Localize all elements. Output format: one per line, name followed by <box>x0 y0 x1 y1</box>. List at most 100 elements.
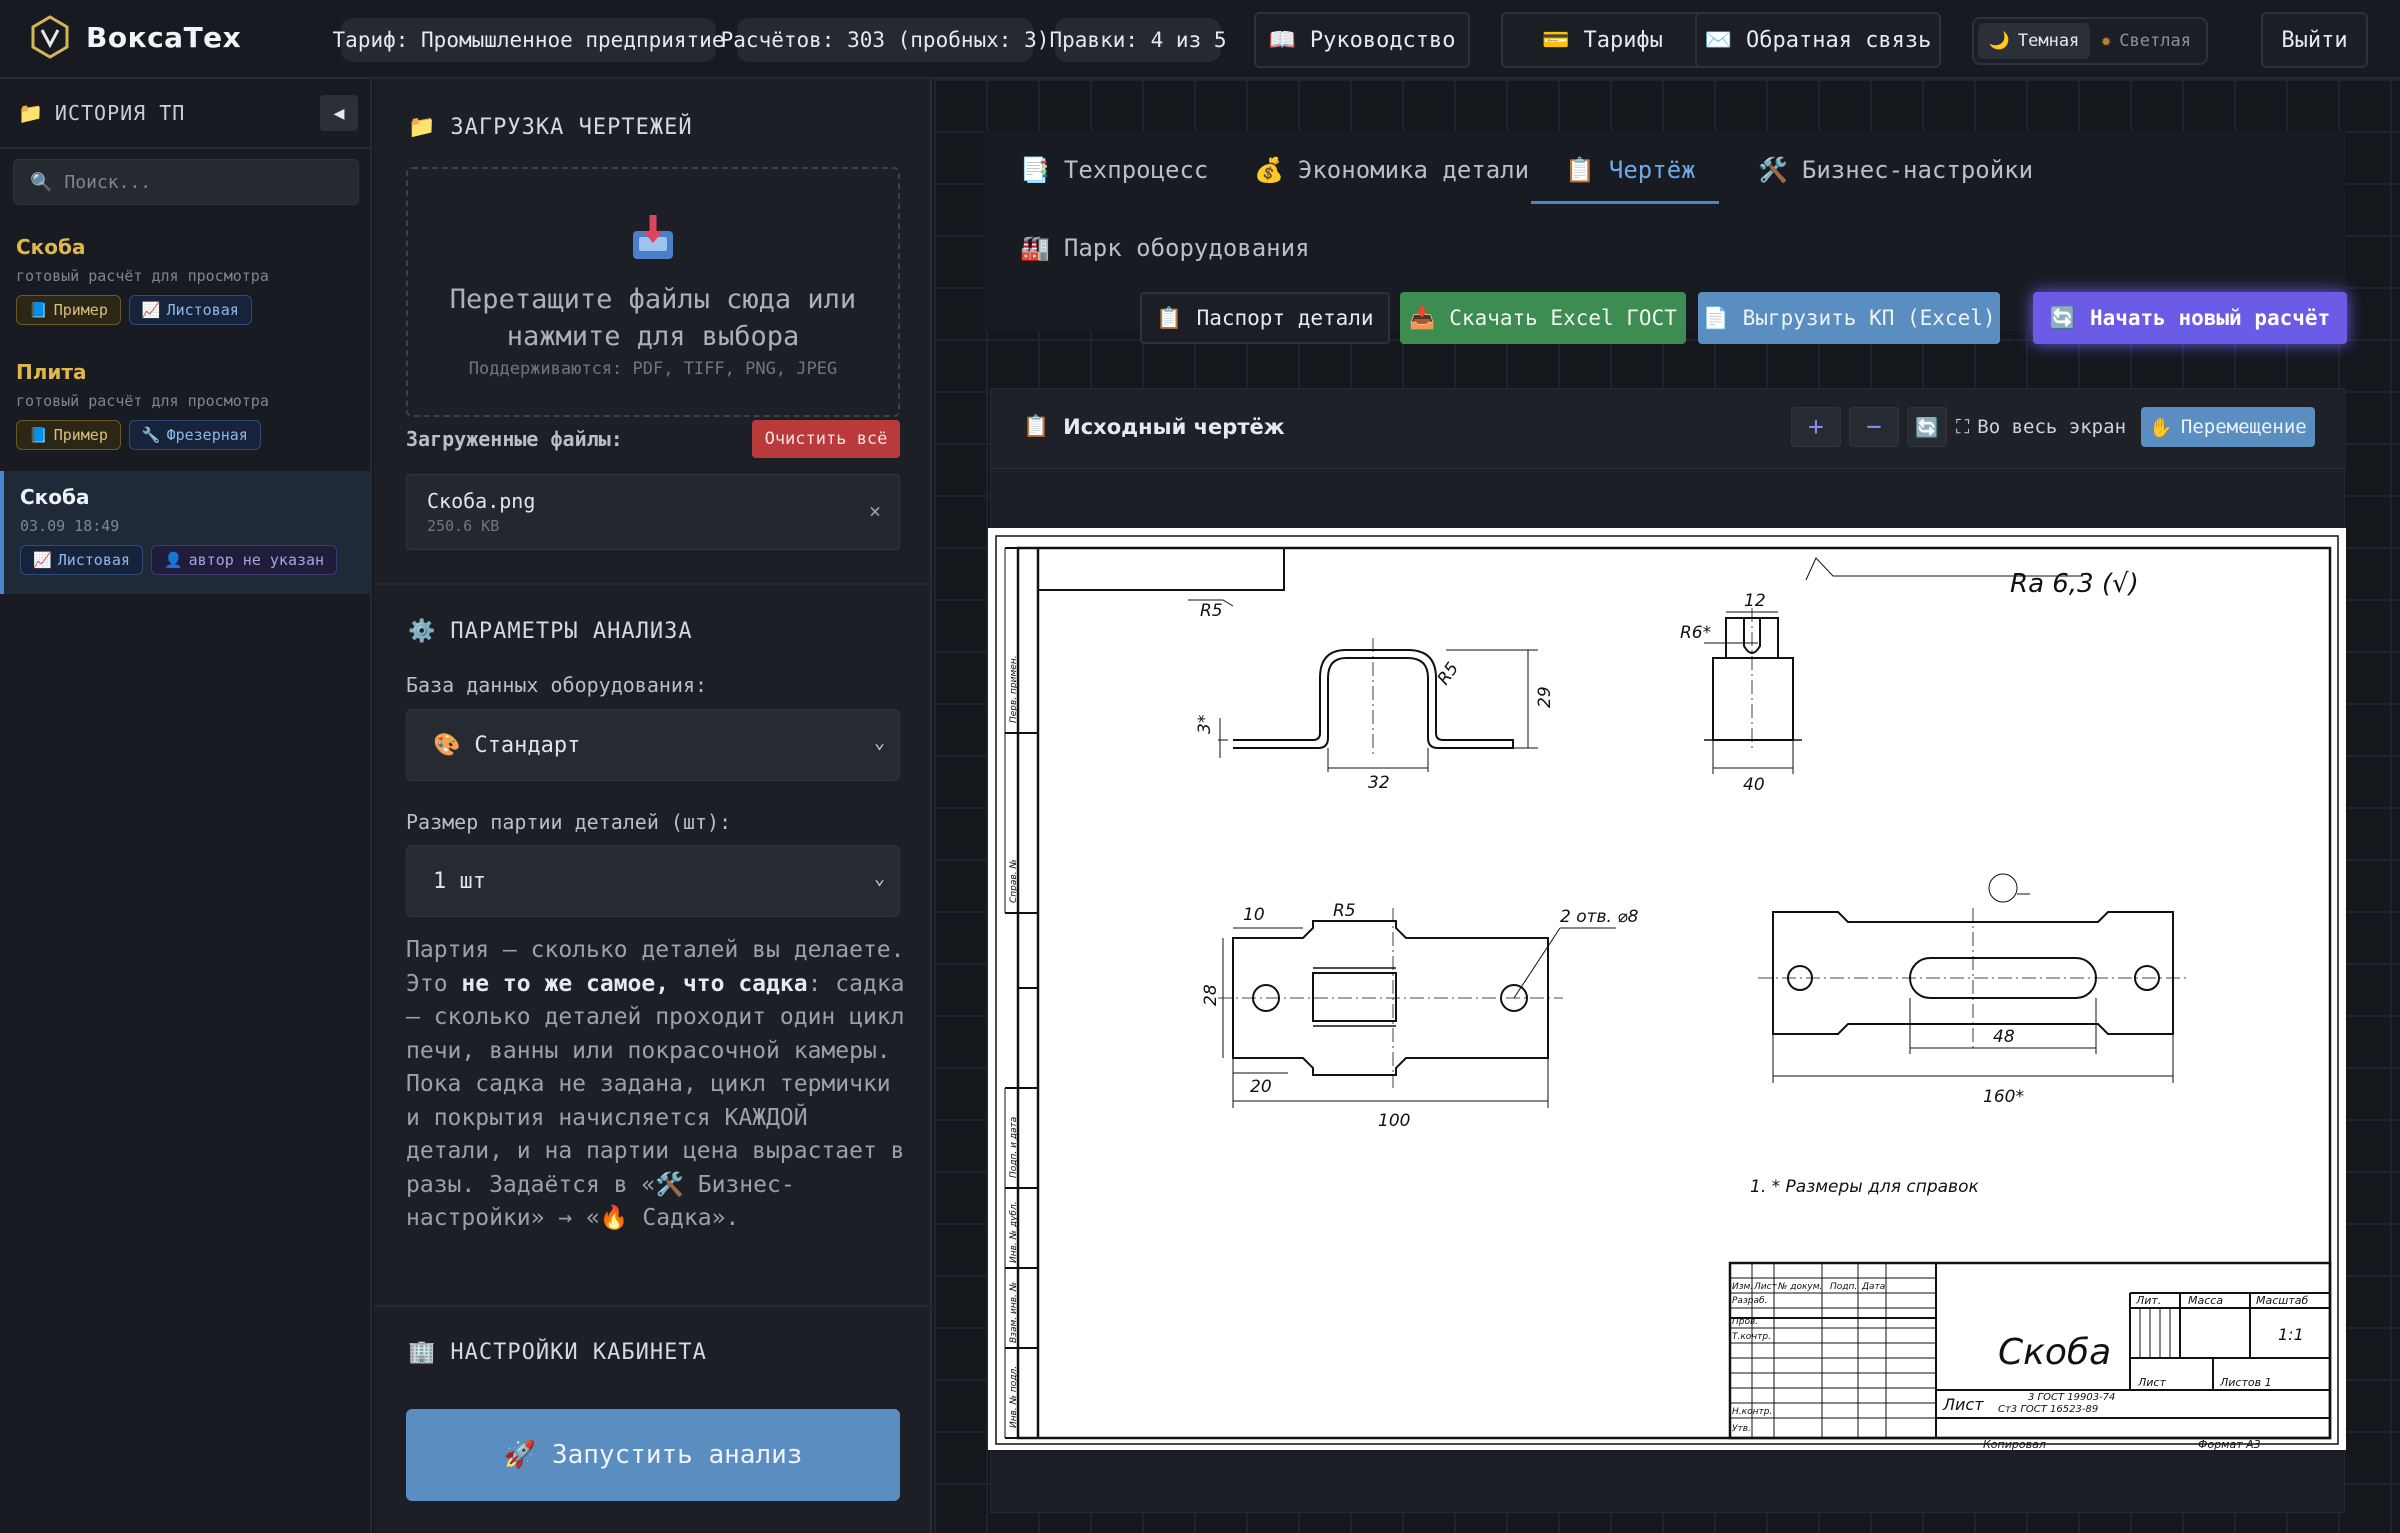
part-passport-button[interactable]: 📋 Паспорт детали <box>1140 292 1390 344</box>
tab-drawing[interactable]: 📋 Чертёж <box>1565 156 1696 184</box>
reset-view-button[interactable]: 🔄 <box>1907 407 1947 447</box>
svg-text:Лист: Лист <box>2137 1376 2166 1389</box>
cabinet-section-title: 🏢 НАСТРОЙКИ КАБИНЕТА <box>408 1340 707 1365</box>
refresh-icon: 🔄 <box>1915 416 1939 439</box>
file-dropzone[interactable]: Перетащите файлы сюда или нажмите для вы… <box>406 167 900 417</box>
svg-text:Подп. и дата: Подп. и дата <box>1009 1117 1019 1178</box>
search-input[interactable] <box>64 171 345 193</box>
tab-economics[interactable]: 💰 Экономика детали <box>1254 156 1529 184</box>
download-excel-gost-button[interactable]: 📥 Скачать Excel ГОСТ <box>1400 292 1686 344</box>
export-kp-excel-button[interactable]: 📄 Выгрузить КП (Excel) <box>1698 292 2000 344</box>
plan-badge: Тариф: Промышленное предприятие <box>333 18 724 62</box>
sidebar-header: 📁 ИСТОРИЯ ТП <box>0 79 370 149</box>
dim-label: 100 <box>1378 1111 1410 1131</box>
download-icon: 📥 <box>1409 305 1436 330</box>
sun-icon: ✹ <box>2101 31 2112 51</box>
roughness-label: Ra 6,3 (√) <box>2010 569 2139 599</box>
theme-dark-option[interactable]: 🌙 Темная <box>1978 23 2090 59</box>
rocket-icon: 🚀 <box>503 1440 536 1470</box>
logout-button[interactable]: Выйти <box>2261 12 2368 68</box>
title-block-material: 3 ГОСТ 19903-74 <box>2028 1392 2115 1403</box>
history-item[interactable]: Плита готовый расчёт для просмотра 📘 Прим… <box>0 360 372 466</box>
dim-label: R5 <box>1434 659 1463 689</box>
svg-text:№ докум.: № докум. <box>1777 1282 1822 1292</box>
chart-icon: 📈 <box>33 551 52 569</box>
drawing-note: 1. * Размеры для справок <box>1750 1177 1979 1197</box>
gear-icon: ⚙️ <box>408 619 437 644</box>
chevron-down-icon: ⌄ <box>874 732 885 753</box>
book-icon: 📘 <box>29 426 48 444</box>
svg-text:Н.контр.: Н.контр. <box>1732 1407 1772 1417</box>
tab-fleet[interactable]: 🏭 Парк оборудования <box>1020 234 1310 262</box>
brand-name: ВоксаТех <box>86 20 242 54</box>
viewer-title: 📋 Исходный чертёж <box>1023 414 1285 439</box>
pan-mode-button[interactable]: ✋ Перемещение <box>2141 407 2315 447</box>
hand-icon: ✋ <box>2149 416 2173 439</box>
moon-icon: 🌙 <box>1988 31 2010 51</box>
equipment-db-select[interactable]: 🎨 Стандарт ⌄ <box>406 709 900 781</box>
zoom-out-button[interactable]: − <box>1849 407 1899 447</box>
calcs-badge: Расчётов: 303 (пробных: 3) <box>721 18 1049 62</box>
user-icon: 👤 <box>163 551 183 569</box>
dim-label: 2 отв. ⌀8 <box>1560 907 1639 927</box>
db-label: База данных оборудования: <box>406 673 708 697</box>
building-icon: 🏢 <box>408 1340 437 1365</box>
tools-icon: 🛠️ <box>1758 156 1788 184</box>
file-size: 250.6 KB <box>427 517 500 535</box>
history-item[interactable]: Скоба 03.09 18:49 📈 Листовая 👤 автор не ук… <box>0 471 372 594</box>
run-analysis-button[interactable]: 🚀 Запустить анализ <box>406 1409 900 1501</box>
sidebar-title: ИСТОРИЯ ТП <box>54 101 186 125</box>
dim-label: 10 <box>1243 905 1265 925</box>
refresh-icon: 🔄 <box>2049 305 2076 330</box>
tab-process[interactable]: 📑 Техпроцесс <box>1020 156 1208 184</box>
title-block-material: Ст3 ГОСТ 16523-89 <box>1998 1404 2098 1415</box>
logo[interactable]: ВоксаТех <box>30 15 241 59</box>
search-icon: 🔍 <box>30 171 53 193</box>
active-tab-indicator <box>1531 201 1719 204</box>
dim-label: 48 <box>1993 1027 2015 1047</box>
file-name: Скоба.png <box>427 489 536 513</box>
svg-text:Подп.: Подп. <box>1830 1282 1857 1292</box>
dim-label: 3* <box>1195 715 1215 734</box>
dim-label: 32 <box>1368 773 1390 793</box>
technical-drawing[interactable]: Ra 6,3 (√) R5 R5 3* 32 29 12 R6* 40 10 R… <box>988 528 2346 1450</box>
theme-light-option[interactable]: ✹ Светлая <box>2090 23 2202 59</box>
tab-business[interactable]: 🛠️ Бизнес-настройки <box>1758 156 2033 184</box>
svg-text:Инв. № дубл.: Инв. № дубл. <box>1009 1201 1019 1263</box>
divider <box>374 1305 932 1307</box>
file-icon: 📄 <box>1702 305 1729 330</box>
viewer-header: 📋 Исходный чертёж + − 🔄 ⛶ Во весь экран ✋… <box>991 389 2346 469</box>
zoom-in-button[interactable]: + <box>1791 407 1841 447</box>
tariffs-button[interactable]: 💳 Тарифы <box>1501 12 1704 68</box>
history-sidebar: 📁 ИСТОРИЯ ТП ◀ 🔍 Скоба готовый расчёт дл… <box>0 79 372 1533</box>
svg-text:Инв. № подл.: Инв. № подл. <box>1009 1366 1019 1428</box>
svg-text:Пров.: Пров. <box>1732 1317 1758 1327</box>
fullscreen-button[interactable]: ⛶ Во весь экран <box>1955 407 2127 447</box>
dim-label: 29 <box>1535 686 1555 708</box>
collapse-sidebar-button[interactable]: ◀ <box>320 95 358 131</box>
history-item[interactable]: Скоба готовый расчёт для просмотра 📘 Прим… <box>0 235 372 341</box>
fullscreen-icon: ⛶ <box>1955 416 1970 438</box>
svg-text:Утв.: Утв. <box>1732 1424 1751 1434</box>
logo-icon <box>31 15 69 59</box>
document-icon: 📑 <box>1020 156 1050 184</box>
theme-switch: 🌙 Темная ✹ Светлая <box>1972 17 2208 65</box>
clear-all-button[interactable]: Очистить всё <box>752 420 900 458</box>
new-calculation-button[interactable]: 🔄 Начать новый расчёт <box>2033 292 2347 344</box>
dim-label: 28 <box>1201 984 1221 1006</box>
feedback-button[interactable]: ✉️ Обратная связь <box>1695 12 1941 68</box>
dim-label: R5 <box>1200 601 1223 621</box>
svg-text:Масса: Масса <box>2188 1294 2223 1307</box>
batch-help-text: Партия — сколько деталей вы делаете. Это… <box>406 937 905 1231</box>
guide-button[interactable]: 📖 Руководство <box>1254 12 1470 68</box>
batch-size-select[interactable]: 1 шт ⌄ <box>406 845 900 917</box>
tag-example: 📘 Пример <box>16 420 121 450</box>
svg-text:Изм.: Изм. <box>1732 1282 1753 1292</box>
dropzone-text: Перетащите файлы сюда или нажмите для вы… <box>449 284 857 352</box>
control-panel: 📁 ЗАГРУЗКА ЧЕРТЕЖЕЙ Перетащите файлы сюд… <box>374 79 932 1533</box>
remove-file-button[interactable]: × <box>869 499 881 523</box>
dim-label: 12 <box>1744 591 1766 611</box>
divider <box>374 583 932 585</box>
palette-icon: 🎨 <box>433 732 461 758</box>
folder-icon: 📁 <box>408 115 437 140</box>
